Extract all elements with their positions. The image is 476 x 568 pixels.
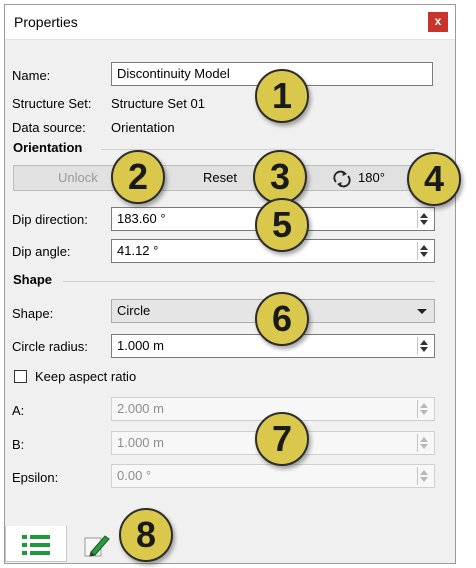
epsilon-label: Epsilon: [12, 470, 59, 485]
reset-button[interactable]: Reset [203, 170, 237, 185]
shape-heading: Shape [13, 272, 53, 287]
callout-2: 2 [111, 150, 165, 204]
a-value: 2.000 m [117, 401, 164, 416]
shape-label: Shape: [12, 306, 54, 321]
chevron-down-icon [417, 309, 427, 314]
b-value: 1.000 m [117, 435, 164, 450]
circle-radius-spinner[interactable] [417, 337, 432, 355]
dip-angle-value: 41.12 ° [117, 243, 159, 258]
list-icon [22, 535, 50, 555]
a-label: A: [12, 403, 25, 418]
tab-properties[interactable] [5, 526, 67, 562]
callout-8: 8 [119, 508, 173, 562]
shape-divider [63, 281, 435, 282]
callout-4: 4 [407, 152, 461, 206]
structure-set-label: Structure Set: [12, 96, 92, 111]
rotate-180-label: 180° [358, 170, 385, 185]
dip-direction-value: 183.60 ° [117, 211, 166, 226]
circle-radius-value: 1.000 m [117, 338, 164, 353]
orientation-heading: Orientation [13, 140, 83, 155]
name-label: Name: [12, 68, 51, 83]
circle-radius-label: Circle radius: [12, 339, 88, 354]
edit-pencil-icon [84, 535, 110, 557]
dip-direction-label: Dip direction: [12, 212, 88, 227]
properties-window: Properties x Name: Discontinuity Model S… [4, 4, 461, 564]
callout-5: 5 [255, 198, 309, 252]
unlock-button[interactable]: Unlock [58, 170, 98, 185]
window-title: Properties [14, 14, 78, 30]
title-bar: Properties x [5, 5, 455, 40]
callout-3: 3 [253, 150, 307, 204]
dip-angle-label: Dip angle: [12, 244, 71, 259]
dip-angle-spinner[interactable] [417, 242, 432, 260]
epsilon-value: 0.00 ° [117, 468, 152, 483]
a-spinner[interactable] [417, 400, 432, 418]
epsilon-field[interactable]: 0.00 ° [111, 464, 435, 488]
orientation-divider [101, 149, 435, 150]
keep-aspect-ratio-label: Keep aspect ratio [35, 369, 137, 384]
keep-aspect-ratio-checkbox[interactable] [14, 370, 27, 383]
callout-1: 1 [255, 69, 309, 123]
shape-dropdown-value: Circle [117, 303, 151, 318]
orientation-button-row: Unlock Reset 180° [13, 165, 443, 191]
b-spinner[interactable] [417, 434, 432, 452]
b-label: B: [12, 437, 25, 452]
callout-7: 7 [255, 412, 309, 466]
data-source-label: Data source: [12, 120, 86, 135]
dip-direction-spinner[interactable] [417, 210, 432, 228]
structure-set-value: Structure Set 01 [111, 96, 205, 111]
close-button[interactable]: x [428, 12, 448, 32]
callout-6: 6 [255, 292, 309, 346]
data-source-value: Orientation [111, 120, 175, 135]
rotate-icon [333, 170, 351, 188]
bottom-tab-strip [5, 526, 455, 563]
epsilon-spinner[interactable] [417, 467, 432, 485]
properties-panel: Name: Discontinuity Model Structure Set:… [5, 40, 455, 526]
